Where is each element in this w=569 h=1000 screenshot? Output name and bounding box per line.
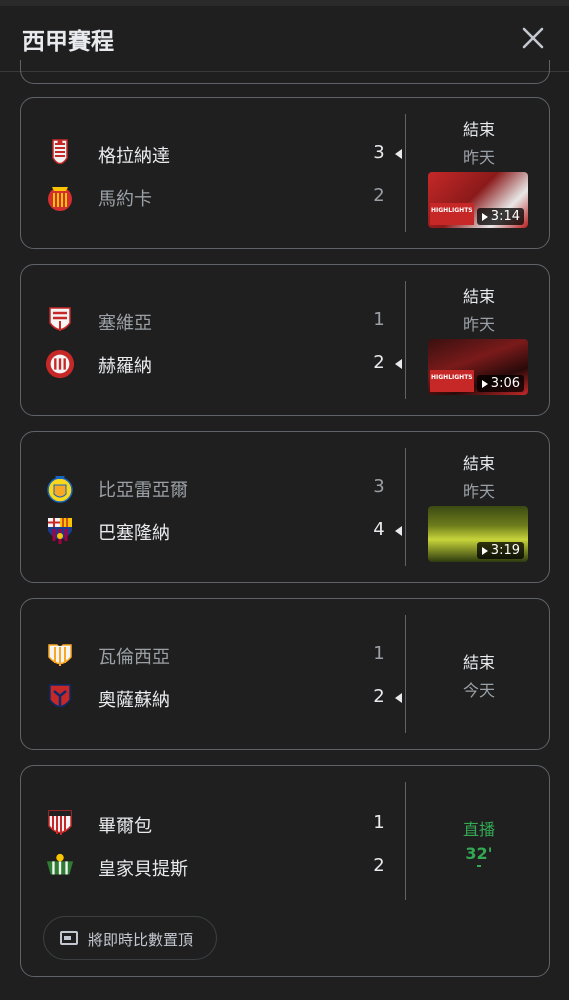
team-score: 1 (373, 309, 385, 330)
match-card[interactable]: 瓦倫西亞 1 奧薩蘇納 2 結束 今天 (20, 598, 550, 750)
video-duration: 3:06 (476, 375, 524, 392)
real-betis-crest-icon (46, 853, 74, 875)
video-duration: 3:14 (476, 208, 524, 225)
villarreal-crest-icon (47, 476, 73, 503)
home-team-row: 格拉納達 3 (45, 138, 405, 170)
home-team-row: 瓦倫西亞 1 (45, 639, 405, 671)
picture-in-picture-icon (60, 931, 78, 945)
barcelona-crest-icon (48, 518, 72, 544)
team-name: 奧薩蘇納 (98, 690, 170, 711)
winner-indicator (395, 693, 402, 703)
team-name: 巴塞隆納 (98, 523, 170, 544)
status-label: 結束 (462, 653, 495, 672)
girona-crest-icon (45, 349, 75, 379)
team-score: 1 (373, 812, 385, 833)
highlight-video-thumbnail[interactable]: HIGHLIGHTS 3:14 (428, 172, 528, 228)
highlight-video-thumbnail[interactable]: 3:19 (428, 506, 528, 562)
away-team-row: 皇家貝提斯 2 (45, 851, 405, 883)
osasuna-crest-icon (49, 684, 71, 708)
away-team-row: 馬約卡 2 (45, 181, 405, 213)
status-time: 昨天 (462, 148, 495, 167)
away-team-row: 奧薩蘇納 2 (45, 682, 405, 714)
team-name: 比亞雷亞爾 (98, 480, 188, 501)
team-score: 2 (373, 352, 385, 373)
team-score: 4 (373, 519, 385, 540)
status-label: 結束 (462, 287, 495, 306)
sevilla-crest-icon (49, 307, 71, 331)
close-icon[interactable] (521, 26, 545, 50)
highlights-label: HIGHLIGHTS (431, 374, 473, 381)
team-name: 畢爾包 (98, 816, 152, 837)
away-team-row: 巴塞隆納 4 (45, 515, 405, 547)
valencia-crest-icon (48, 640, 72, 666)
video-duration: 3:19 (476, 542, 524, 559)
away-team-row: 赫羅納 2 (45, 348, 405, 380)
status-time: 今天 (462, 681, 495, 700)
winner-indicator (395, 359, 402, 369)
match-status: 結束 昨天 (407, 450, 551, 502)
highlights-label: HIGHLIGHTS (431, 207, 473, 214)
pin-live-score-button[interactable]: 將即時比數置頂 (43, 916, 217, 960)
home-team-row: 比亞雷亞爾 3 (45, 472, 405, 504)
match-card[interactable]: 塞維亞 1 赫羅納 2 結束 昨天 HIGHLIGHTS 3:06 (20, 264, 550, 416)
card-divider (405, 114, 406, 232)
match-status: 結束 昨天 (407, 116, 551, 168)
previous-match-card[interactable] (20, 60, 550, 84)
team-score: 3 (373, 142, 385, 163)
match-card[interactable]: 格拉納達 3 馬約卡 2 結束 昨天 HIGHLIGHTS 3:14 (20, 97, 550, 249)
match-card[interactable]: 比亞雷亞爾 3 巴塞隆納 4 結束 昨天 3:19 (20, 431, 550, 583)
mallorca-crest-icon (48, 187, 72, 211)
match-status: 結束 昨天 (407, 283, 551, 335)
team-name: 馬約卡 (98, 189, 152, 210)
card-divider (405, 782, 406, 900)
team-name: 塞維亞 (98, 313, 152, 334)
card-divider (405, 448, 406, 566)
status-time: 昨天 (462, 315, 495, 334)
granada-crest-icon (52, 139, 68, 165)
winner-indicator (395, 149, 402, 159)
team-score: 1 (373, 643, 385, 664)
live-minute: 32' (465, 844, 493, 863)
status-time: 昨天 (462, 482, 495, 501)
match-card[interactable]: 畢爾包 1 皇家貝提斯 2 直播 32' 將即時比數置頂 (20, 765, 550, 977)
status-label: 結束 (462, 454, 495, 473)
winner-indicator (395, 526, 402, 536)
team-score: 3 (373, 476, 385, 497)
pin-button-label: 將即時比數置頂 (88, 931, 194, 949)
team-score: 2 (373, 185, 385, 206)
team-name: 赫羅納 (98, 356, 152, 377)
athletic-bilbao-crest-icon (48, 810, 72, 835)
dialog-title: 西甲賽程 (22, 29, 114, 55)
team-name: 格拉納達 (98, 146, 170, 167)
live-label: 直播 (462, 820, 495, 839)
home-team-row: 塞維亞 1 (45, 305, 405, 337)
team-name: 皇家貝提斯 (98, 859, 188, 880)
status-label: 結束 (462, 120, 495, 139)
team-score: 2 (373, 855, 385, 876)
live-indicator (477, 865, 481, 867)
card-divider (405, 281, 406, 399)
home-team-row: 畢爾包 1 (45, 808, 405, 840)
highlight-video-thumbnail[interactable]: HIGHLIGHTS 3:06 (428, 339, 528, 395)
match-status: 直播 32' (407, 816, 551, 867)
card-divider (405, 615, 406, 733)
team-name: 瓦倫西亞 (98, 647, 170, 668)
team-score: 2 (373, 686, 385, 707)
match-status: 結束 今天 (407, 649, 551, 701)
